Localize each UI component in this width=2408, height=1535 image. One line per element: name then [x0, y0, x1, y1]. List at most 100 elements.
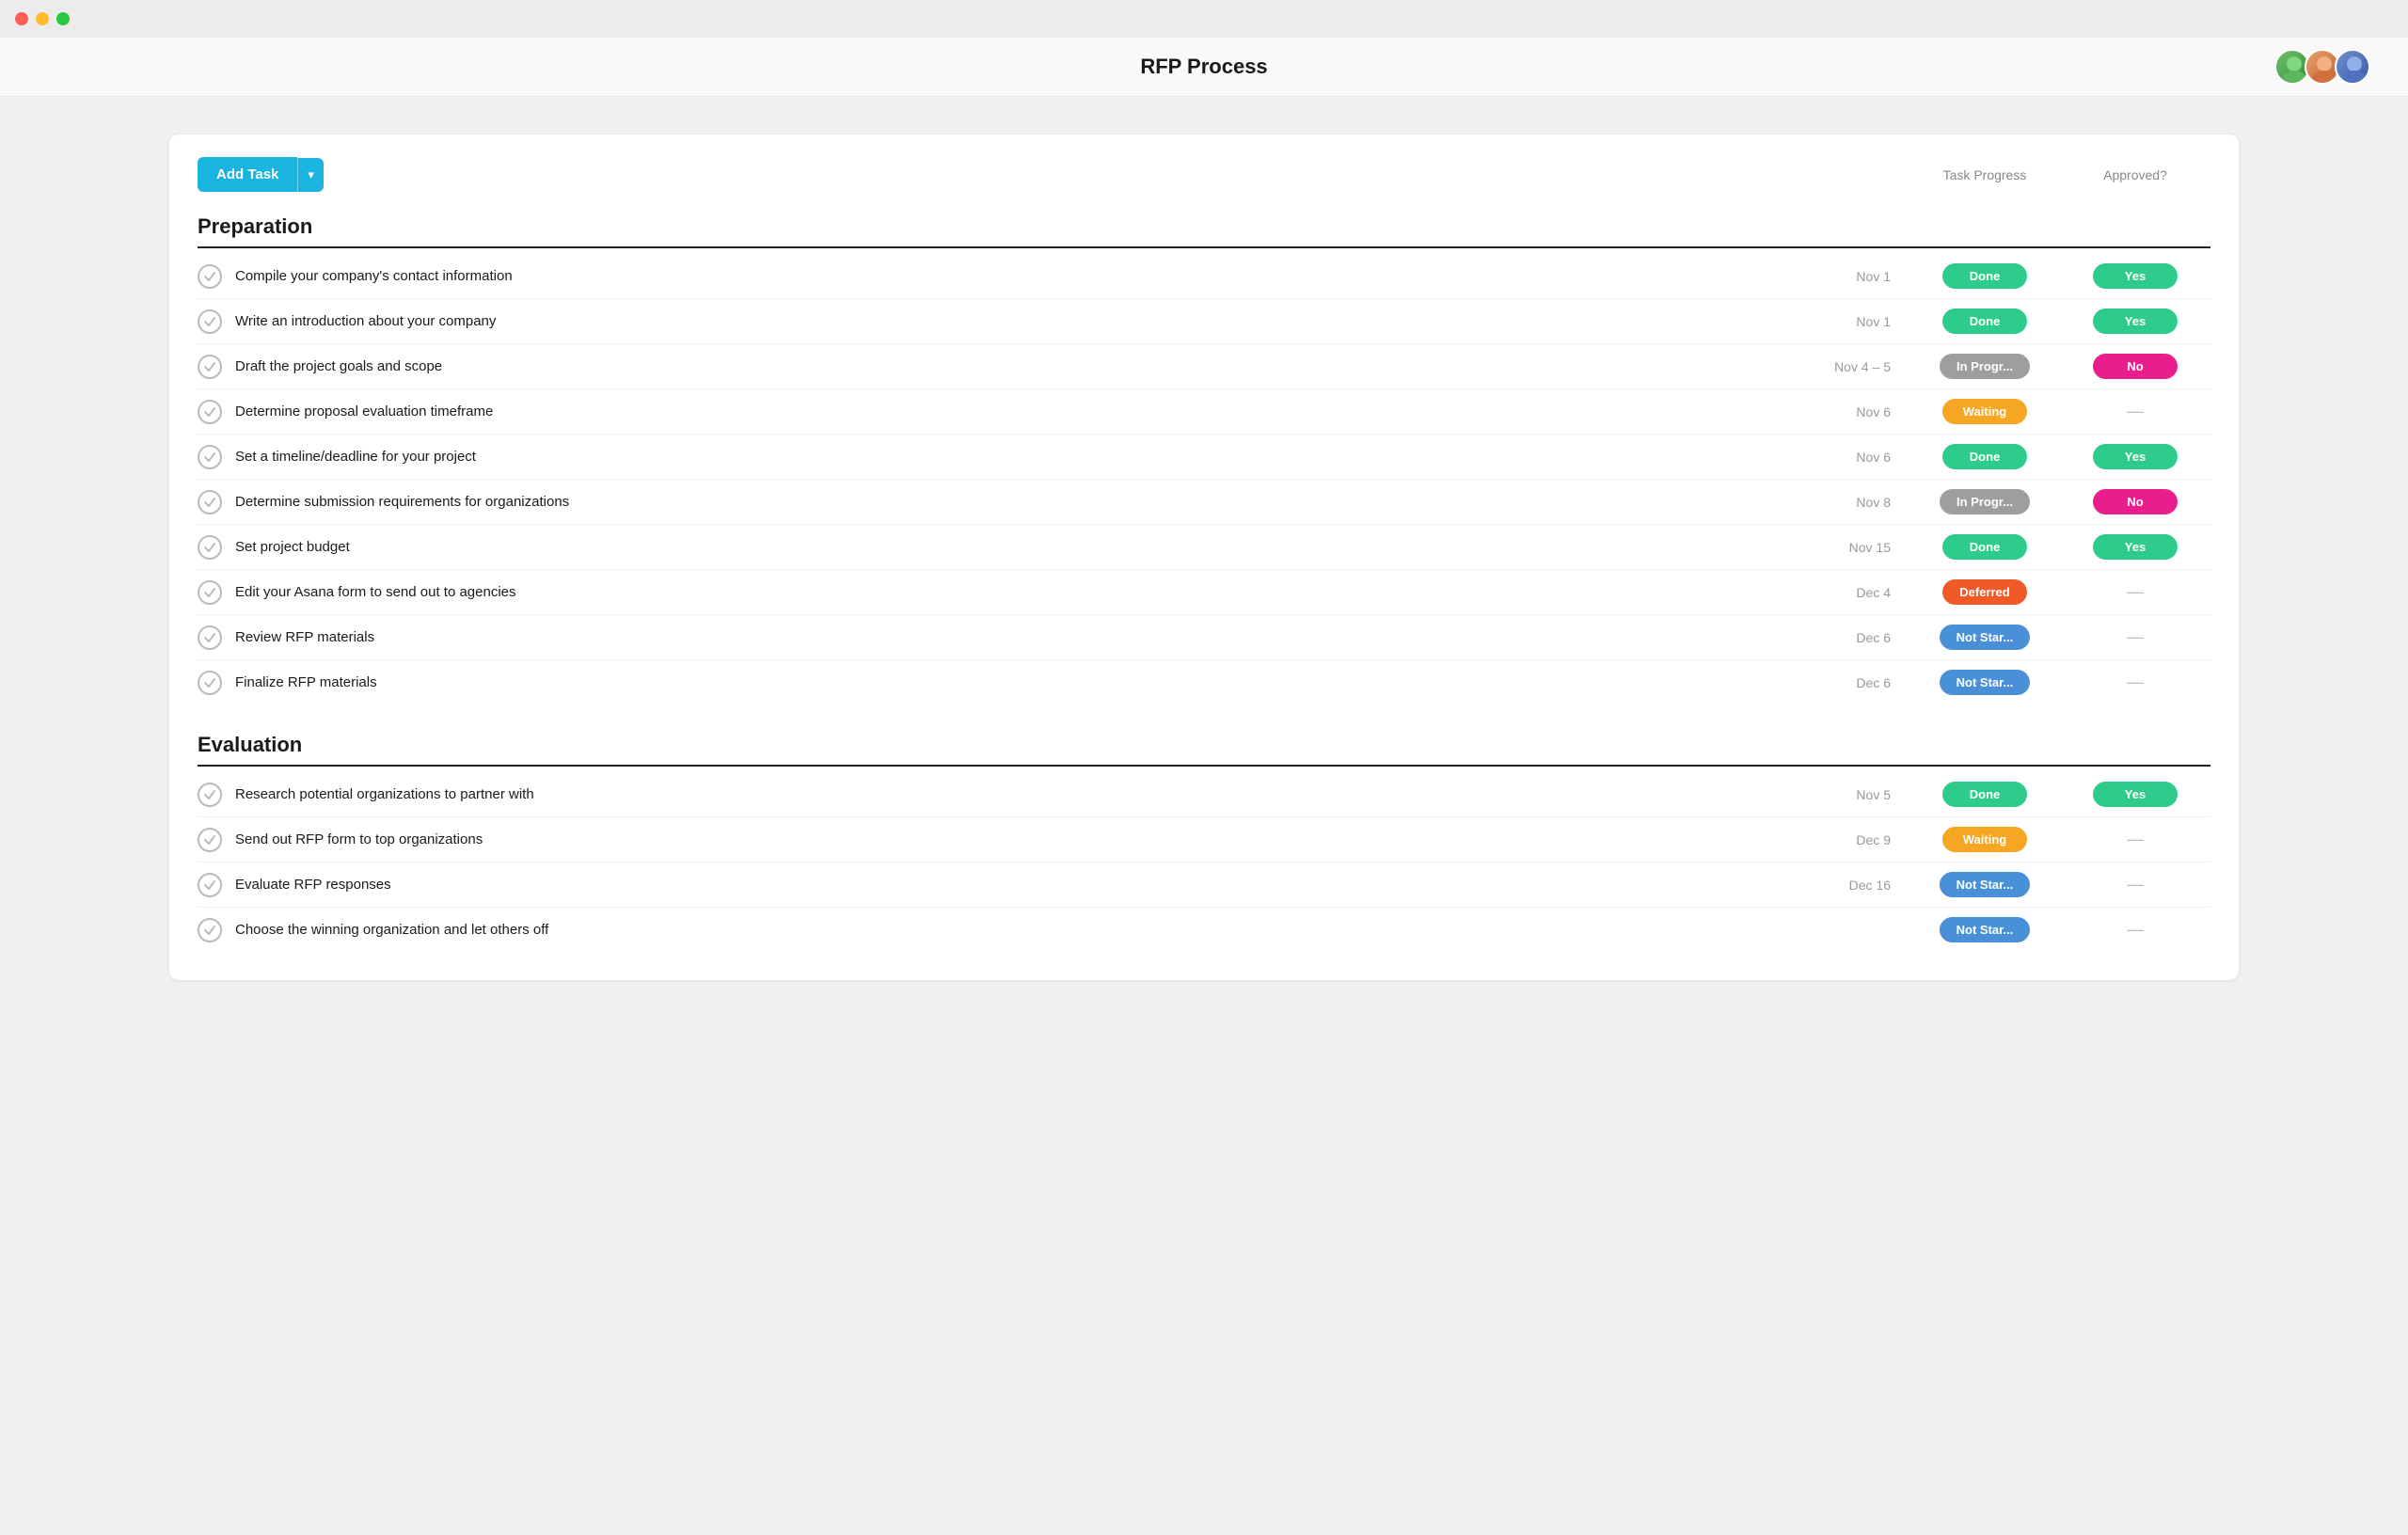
task-progress-cell: Done [1909, 309, 2060, 334]
task-checkbox[interactable] [198, 828, 222, 852]
task-name: Send out RFP form to top organizations [235, 831, 1815, 847]
task-row[interactable]: Finalize RFP materialsDec 6Not Star...— [198, 660, 2210, 704]
approved-badge[interactable]: No [2093, 489, 2178, 514]
task-approved-cell: — [2060, 582, 2210, 602]
minimize-button[interactable] [36, 12, 49, 25]
task-row[interactable]: Set a timeline/deadline for your project… [198, 435, 2210, 480]
task-approved-cell: — [2060, 875, 2210, 894]
approved-badge[interactable]: Yes [2093, 309, 2178, 334]
task-date: Nov 4 – 5 [1815, 359, 1891, 374]
progress-badge[interactable]: Done [1942, 309, 2027, 334]
progress-badge[interactable]: Waiting [1942, 827, 2027, 852]
task-progress-cell: Not Star... [1909, 917, 2060, 942]
task-checkbox[interactable] [198, 535, 222, 560]
task-checkbox[interactable] [198, 490, 222, 514]
section-divider-preparation [198, 246, 2210, 248]
task-checkbox[interactable] [198, 355, 222, 379]
task-approved-cell: — [2060, 627, 2210, 647]
task-checkbox[interactable] [198, 264, 222, 289]
task-progress-cell: Done [1909, 263, 2060, 289]
task-row[interactable]: Choose the winning organization and let … [198, 908, 2210, 952]
approved-badge[interactable]: Yes [2093, 534, 2178, 560]
column-headers: Task Progress Approved? [1909, 167, 2210, 182]
approved-badge[interactable]: Yes [2093, 782, 2178, 807]
task-date: Nov 1 [1815, 269, 1891, 284]
task-name: Draft the project goals and scope [235, 358, 1815, 374]
task-approved-cell: Yes [2060, 263, 2210, 289]
task-checkbox[interactable] [198, 400, 222, 424]
task-name: Edit your Asana form to send out to agen… [235, 584, 1815, 600]
task-name: Review RFP materials [235, 629, 1815, 645]
task-approved-cell: Yes [2060, 782, 2210, 807]
approved-dash: — [2060, 673, 2210, 692]
close-button[interactable] [15, 12, 28, 25]
section-title-preparation: Preparation [198, 214, 2210, 239]
task-progress-cell: Not Star... [1909, 872, 2060, 897]
task-row[interactable]: Evaluate RFP responsesDec 16Not Star...— [198, 862, 2210, 908]
task-checkbox[interactable] [198, 918, 222, 942]
add-task-btn-group: Add Task ▾ [198, 157, 324, 192]
task-name: Compile your company's contact informati… [235, 268, 1815, 284]
task-container: Add Task ▾ Task Progress Approved? Prepa… [169, 135, 2239, 980]
task-name: Choose the winning organization and let … [235, 922, 1815, 938]
task-date: Dec 6 [1815, 675, 1891, 690]
approved-dash: — [2060, 582, 2210, 602]
approved-badge[interactable]: Yes [2093, 444, 2178, 469]
progress-badge[interactable]: Not Star... [1940, 917, 2031, 942]
task-checkbox[interactable] [198, 580, 222, 605]
task-row[interactable]: Determine submission requirements for or… [198, 480, 2210, 525]
task-checkbox[interactable] [198, 671, 222, 695]
progress-badge[interactable]: Not Star... [1940, 625, 2031, 650]
task-row[interactable]: Draft the project goals and scopeNov 4 –… [198, 344, 2210, 389]
task-progress-cell: In Progr... [1909, 354, 2060, 379]
task-progress-cell: Done [1909, 782, 2060, 807]
task-checkbox[interactable] [198, 445, 222, 469]
task-approved-cell: Yes [2060, 309, 2210, 334]
task-row[interactable]: Compile your company's contact informati… [198, 254, 2210, 299]
progress-badge[interactable]: In Progr... [1940, 489, 2030, 514]
task-row[interactable]: Write an introduction about your company… [198, 299, 2210, 344]
progress-badge[interactable]: Done [1942, 534, 2027, 560]
task-name: Set a timeline/deadline for your project [235, 449, 1815, 465]
task-name: Set project budget [235, 539, 1815, 555]
task-progress-cell: Waiting [1909, 399, 2060, 424]
task-progress-cell: Deferred [1909, 579, 2060, 605]
task-row[interactable]: Send out RFP form to top organizationsDe… [198, 817, 2210, 862]
progress-badge[interactable]: Done [1942, 444, 2027, 469]
approved-badge[interactable]: No [2093, 354, 2178, 379]
fullscreen-button[interactable] [56, 12, 70, 25]
task-checkbox[interactable] [198, 873, 222, 897]
task-progress-cell: Done [1909, 444, 2060, 469]
task-checkbox[interactable] [198, 625, 222, 650]
approved-badge[interactable]: Yes [2093, 263, 2178, 289]
task-progress-cell: Not Star... [1909, 625, 2060, 650]
avatar-3[interactable] [2335, 49, 2370, 85]
task-row[interactable]: Set project budgetNov 15DoneYes [198, 525, 2210, 570]
task-row[interactable]: Research potential organizations to part… [198, 772, 2210, 817]
approved-dash: — [2060, 402, 2210, 421]
section-preparation: Preparation Compile your company's contac… [198, 214, 2210, 704]
progress-badge[interactable]: Done [1942, 782, 2027, 807]
main-content: Add Task ▾ Task Progress Approved? Prepa… [0, 97, 2408, 1018]
progress-badge[interactable]: Not Star... [1940, 872, 2031, 897]
progress-badge[interactable]: Deferred [1942, 579, 2027, 605]
task-approved-cell: No [2060, 354, 2210, 379]
add-task-button[interactable]: Add Task [198, 157, 297, 192]
task-checkbox[interactable] [198, 309, 222, 334]
task-approved-cell: No [2060, 489, 2210, 514]
progress-badge[interactable]: Waiting [1942, 399, 2027, 424]
task-date: Dec 16 [1815, 878, 1891, 893]
task-approved-cell: — [2060, 673, 2210, 692]
task-progress-header: Task Progress [1909, 167, 2060, 182]
task-date: Nov 5 [1815, 787, 1891, 802]
task-row[interactable]: Edit your Asana form to send out to agen… [198, 570, 2210, 615]
progress-badge[interactable]: Done [1942, 263, 2027, 289]
task-checkbox[interactable] [198, 783, 222, 807]
task-row[interactable]: Review RFP materialsDec 6Not Star...— [198, 615, 2210, 660]
progress-badge[interactable]: Not Star... [1940, 670, 2031, 695]
task-approved-cell: — [2060, 920, 2210, 940]
add-task-dropdown-button[interactable]: ▾ [297, 158, 324, 192]
progress-badge[interactable]: In Progr... [1940, 354, 2030, 379]
task-row[interactable]: Determine proposal evaluation timeframeN… [198, 389, 2210, 435]
section-title-evaluation: Evaluation [198, 733, 2210, 757]
